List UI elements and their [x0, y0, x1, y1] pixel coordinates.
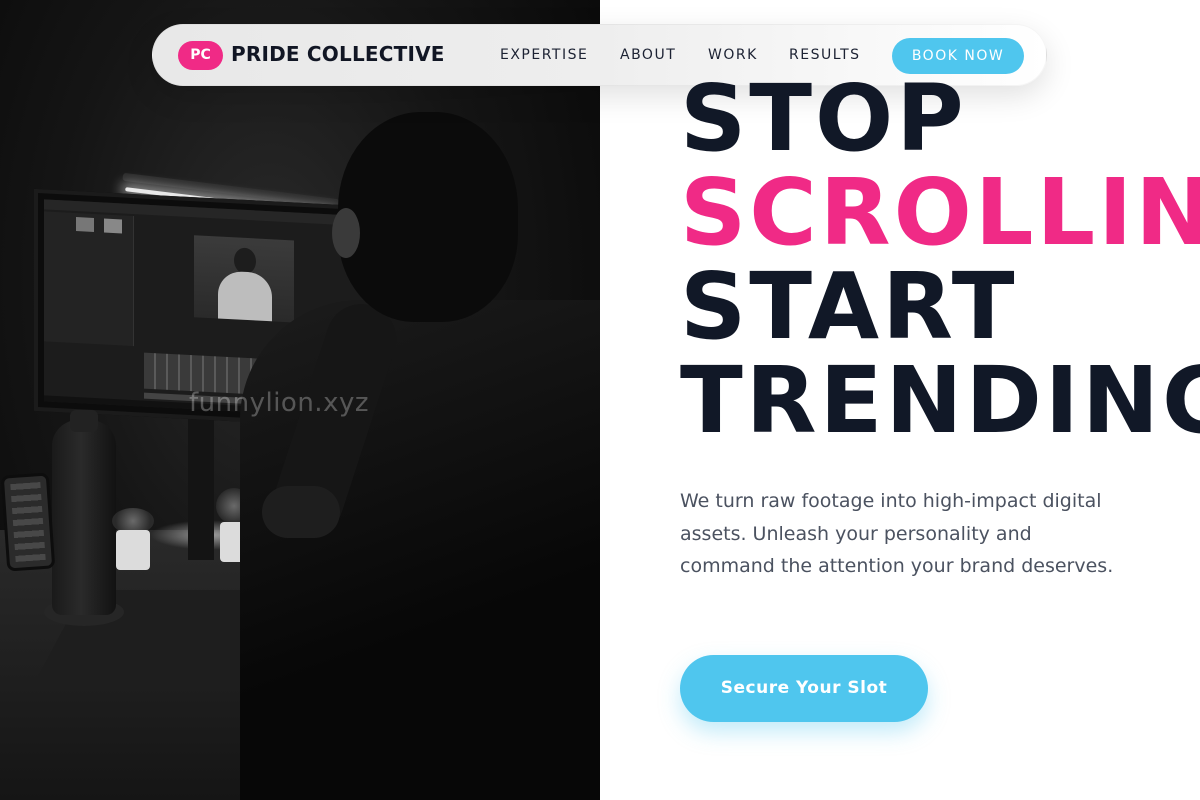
- person-hand: [262, 486, 340, 538]
- secure-slot-button[interactable]: Secure Your Slot: [680, 655, 928, 722]
- hero-headline: STOP SCROLLING START TRENDING: [680, 72, 1200, 448]
- headline-line-scrolling: SCROLLING: [680, 159, 1200, 266]
- logo-badge[interactable]: PC: [178, 41, 223, 70]
- headline-line-stop: STOP: [680, 72, 967, 172]
- person-head: [338, 112, 518, 322]
- monitor-stand: [188, 410, 214, 560]
- hero-subtext: We turn raw footage into high-impact dig…: [680, 490, 1114, 577]
- nav-link-about[interactable]: ABOUT: [620, 47, 676, 63]
- nav-link-results[interactable]: RESULTS: [789, 47, 861, 63]
- plant-left-pot: [116, 530, 150, 570]
- phone: [0, 472, 56, 572]
- water-bottle: [52, 410, 116, 615]
- nav-link-work[interactable]: WORK: [708, 47, 758, 63]
- person-ear: [332, 208, 360, 258]
- watermark: funnylion.xyz: [189, 388, 369, 418]
- hero-photo: funnylion.xyz: [0, 0, 600, 800]
- book-now-button[interactable]: BOOK NOW: [892, 38, 1024, 74]
- headline-line-trending: TRENDING: [680, 347, 1200, 448]
- video-preview: [194, 235, 294, 323]
- brand-name[interactable]: PRIDE COLLECTIVE: [231, 42, 445, 66]
- person-silhouette: [240, 300, 600, 800]
- headline-line-start: START: [680, 253, 1018, 360]
- nav-link-expertise[interactable]: EXPERTISE: [500, 47, 588, 63]
